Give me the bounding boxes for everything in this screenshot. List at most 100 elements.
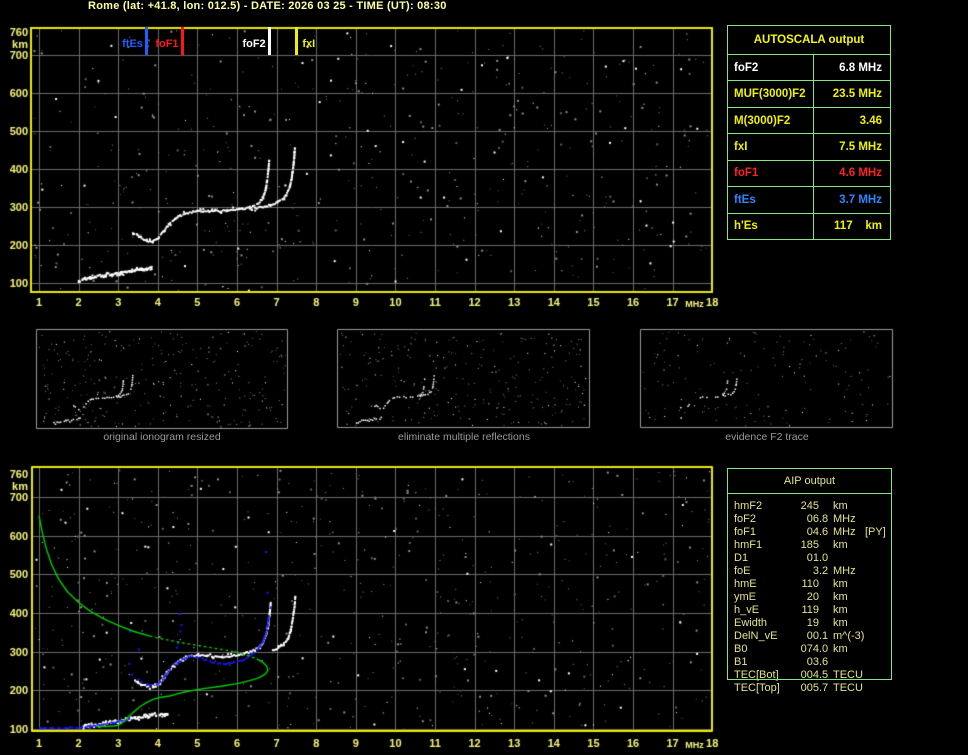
aip-header-divider xyxy=(728,493,891,494)
aip-row-name: hmF2 xyxy=(734,500,763,512)
aip-row-unit: MHz xyxy=(833,526,856,538)
aip-row-value-dec: .6 xyxy=(819,526,829,538)
aip-row-value-int: 03 xyxy=(806,656,819,668)
aip-row: B0 074.0 km xyxy=(727,643,967,656)
aip-row-name: foF2 xyxy=(734,513,757,525)
aip-row-flag: [PY] xyxy=(865,526,886,538)
aip-row-value-int: 185 xyxy=(800,539,819,551)
frequency-marker-ftEs-line xyxy=(144,27,148,55)
aip-row: h_vE 119 km xyxy=(727,604,967,617)
aip-row-value-dec: .7 xyxy=(819,682,829,694)
aip-row-value-int: 005 xyxy=(800,682,819,694)
aip-row-name: h_vE xyxy=(734,604,760,616)
autoscala-row-value: 23.5 MHz xyxy=(813,81,890,107)
page-title: Rome (lat: +41.8, lon: 012.5) - DATE: 20… xyxy=(88,0,447,12)
aip-row-name: foF1 xyxy=(734,526,757,538)
autoscala-row: M(3000)F2 3.46 xyxy=(728,107,890,135)
autoscala-output-table: AUTOSCALA output foF2 6.8 MHz MUF(3000)F2 2… xyxy=(727,25,891,240)
autoscala-row: fxI 7.5 MHz xyxy=(728,134,890,161)
aip-row-name: ymE xyxy=(734,591,756,603)
aip-row: foF2 06.8 MHz xyxy=(727,513,967,526)
frequency-marker-foF1-label: foF1 xyxy=(155,38,179,50)
aip-row-unit: km xyxy=(833,539,848,551)
aip-row-value-int: 3 xyxy=(812,565,819,577)
aip-row-value-int: 06 xyxy=(806,513,819,525)
aip-row: TEC[Bot] 004.5 TECU xyxy=(727,669,967,682)
autoscala-row-label: foF2 xyxy=(734,61,759,74)
thumbnail-caption-eliminate: eliminate multiple reflections xyxy=(398,431,530,443)
aip-row-value-dec: .6 xyxy=(819,656,829,668)
aip-row-value-int: 110 xyxy=(801,578,819,590)
frequency-marker-foF1-line xyxy=(180,27,184,55)
frequency-marker-ftEs-label: ftEs xyxy=(122,38,143,50)
aip-row-value-int: 01 xyxy=(806,552,819,564)
aip-row-unit: TECU xyxy=(833,669,863,681)
aip-row: hmF1 185 km xyxy=(727,539,967,552)
aip-row-unit: km xyxy=(833,578,848,590)
aip-row-name: D1 xyxy=(734,552,749,564)
aip-row: hmF2 245 km xyxy=(727,500,967,513)
aip-row-value-int: 245 xyxy=(800,500,819,512)
aip-row-name: foE xyxy=(734,565,751,577)
aip-row-name: hmF1 xyxy=(734,539,763,551)
autoscala-row: ftEs 3.7 MHz xyxy=(728,187,890,214)
aip-row-value-dec: .0 xyxy=(819,552,829,564)
aip-row-name: Ewidth xyxy=(734,617,768,629)
autoscala-row-label: fxI xyxy=(734,140,748,153)
aip-row: B1 03.6 xyxy=(727,656,967,669)
aip-row-unit: km xyxy=(833,591,848,603)
autoscala-row-value: 3.7 MHz xyxy=(813,187,890,213)
aip-row-name: TEC[Bot] xyxy=(734,669,779,681)
autoscala-row: foF1 4.6 MHz xyxy=(728,160,890,188)
aip-table-header: AIP output xyxy=(783,475,836,487)
aip-row-value-int: 20 xyxy=(806,591,819,603)
aip-row-name: B0 xyxy=(734,643,748,655)
autoscala-output-screen: { "title": "Rome (lat: +41.8, lon: 012.5… xyxy=(0,0,968,755)
autoscala-row: foF2 6.8 MHz xyxy=(728,55,890,82)
aip-output-rows: hmF2 245 km foF2 06.8 MHz foF1 04.6 MHz [PY] hmF1 1… xyxy=(727,500,967,695)
aip-row-value-int: 119 xyxy=(801,604,819,616)
autoscala-row-value: 117 km xyxy=(813,213,890,239)
autoscala-row-value: 4.6 MHz xyxy=(813,160,890,187)
autoscala-row-value: 7.5 MHz xyxy=(813,134,890,160)
autoscala-table-header: AUTOSCALA output xyxy=(728,26,890,55)
autoscala-row-label: foF1 xyxy=(734,167,759,180)
frequency-marker-fxI-line xyxy=(295,27,299,55)
aip-row-value-int: 004 xyxy=(800,669,819,681)
aip-row-value-int: 04 xyxy=(806,526,819,538)
aip-row-unit: km xyxy=(833,617,848,629)
aip-row-unit: MHz xyxy=(833,565,856,577)
aip-row-name: TEC[Top] xyxy=(734,682,780,694)
aip-row-name: DelN_vE xyxy=(734,630,778,642)
aip-row: D1 01.0 xyxy=(727,552,967,565)
aip-row: TEC[Top] 005.7 TECU xyxy=(727,682,967,695)
aip-row-name: B1 xyxy=(734,656,748,668)
aip-row-value-dec: .0 xyxy=(819,643,829,655)
autoscala-row-value: 6.8 MHz xyxy=(813,55,890,81)
aip-row-unit: TECU xyxy=(833,682,863,694)
aip-row-unit: MHz xyxy=(833,513,856,525)
aip-row-value-int: 00 xyxy=(806,630,819,642)
aip-row-unit: km xyxy=(833,643,848,655)
frequency-marker-foF2-line xyxy=(267,27,271,55)
autoscala-row-label: M(3000)F2 xyxy=(734,114,791,127)
aip-row-name: hmE xyxy=(734,578,757,590)
aip-row-value-dec: .2 xyxy=(819,565,829,577)
aip-row-value-dec: .1 xyxy=(819,630,829,642)
autoscala-row: MUF(3000)F2 23.5 MHz xyxy=(728,81,890,108)
aip-row-value-int: 074 xyxy=(800,643,819,655)
aip-row: foF1 04.6 MHz [PY] xyxy=(727,526,967,539)
aip-row-unit: m^(-3) xyxy=(833,630,865,642)
aip-row-value-int: 19 xyxy=(806,617,819,629)
aip-row-value-dec: .5 xyxy=(819,669,829,681)
autoscala-row-label: h'Es xyxy=(734,220,758,233)
thumbnail-caption-original: original ionogram resized xyxy=(103,431,221,443)
aip-row-unit: km xyxy=(833,604,848,616)
aip-row: ymE 20 km xyxy=(727,591,967,604)
thumbnail-caption-evidence: evidence F2 trace xyxy=(725,431,809,443)
autoscala-row: h'Es 117 km xyxy=(728,213,890,239)
frequency-marker-fxI-label: fxI xyxy=(302,38,316,50)
aip-row-unit: km xyxy=(833,500,848,512)
aip-row: DelN_vE 00.1 m^(-3) xyxy=(727,630,967,643)
autoscala-row-label: MUF(3000)F2 xyxy=(734,88,806,101)
